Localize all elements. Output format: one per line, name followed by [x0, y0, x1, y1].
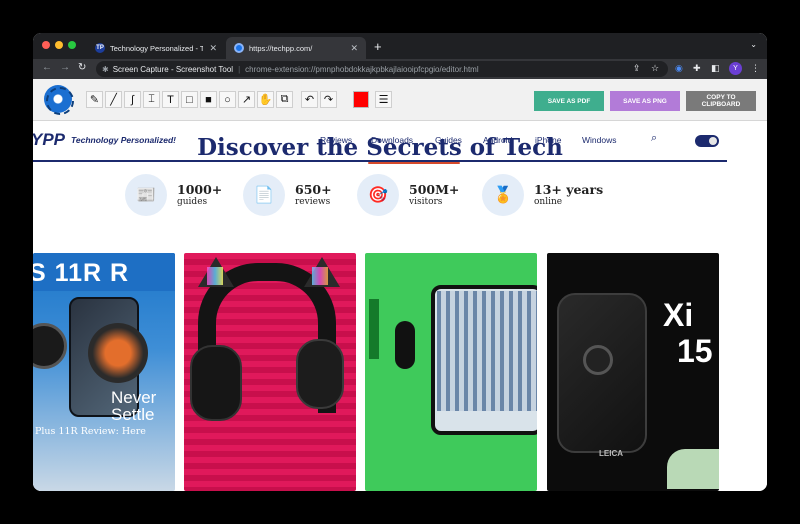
- profile-avatar[interactable]: Y: [729, 62, 742, 75]
- copy-label-line-2: CLIPBOARD: [701, 101, 741, 108]
- arrow-icon[interactable]: ↗: [238, 91, 255, 108]
- card-badge: LEICA: [599, 449, 623, 458]
- hero-title: Discover the Secrets of Tech: [33, 134, 727, 161]
- editor-toolbar: ✎ ╱ ∫ ⌶ T □ ■ ○ ↗ ✋ ⧉ ↶ ↷ ☰ SAVE AS PDF …: [33, 79, 767, 121]
- text-icon[interactable]: T: [162, 91, 179, 108]
- hero-prefix: Discover the: [197, 134, 367, 161]
- color-picker[interactable]: [353, 91, 369, 108]
- stat-number: 500M+: [409, 182, 460, 197]
- article-card-headphones[interactable]: [184, 253, 356, 491]
- stat-number: 13+ years: [534, 182, 604, 197]
- drawing-tools: ✎ ╱ ∫ ⌶ T □ ■ ○ ↗ ✋ ⧉ ↶ ↷ ☰: [86, 91, 392, 109]
- card-headline: Xi 15: [663, 297, 713, 369]
- redo-icon[interactable]: ↷: [320, 91, 337, 108]
- stat-label: visitors: [409, 197, 443, 207]
- article-card-xiaomi[interactable]: Xi 15 LEICA: [547, 253, 719, 491]
- stat-label: guides: [177, 197, 208, 207]
- close-window-button[interactable]: [42, 41, 50, 49]
- text-cursor-icon[interactable]: ⌶: [143, 91, 160, 108]
- line-icon[interactable]: ╱: [105, 91, 122, 108]
- zoom-window-button[interactable]: [68, 41, 76, 49]
- url-text: chrome-extension://pmnphobdokkajkpbkajla…: [245, 64, 479, 74]
- captured-page: YPP Technology Personalized! Reviews Dow…: [33, 121, 767, 491]
- article-card-oneplus[interactable]: S 11R R Never Settle Plus 11R Review: Her…: [33, 253, 175, 491]
- stat-label: reviews: [295, 197, 331, 207]
- hero-suffix: of Tech: [461, 134, 563, 161]
- screen-capture-extension-icon[interactable]: ◉: [675, 63, 683, 74]
- card-caption: Plus 11R Review: Here: [35, 426, 146, 437]
- stat-guides: 📰 1000+ guides: [125, 173, 222, 217]
- curve-icon[interactable]: ∫: [124, 91, 141, 108]
- tab-strip: TP Technology Personalized - Tech ✕ http…: [33, 33, 767, 59]
- tab-title: https://techpp.com/: [249, 43, 313, 53]
- tab-techpp-home[interactable]: TP Technology Personalized - Tech ✕: [87, 37, 225, 59]
- ellipse-icon[interactable]: ○: [219, 91, 236, 108]
- stat-reviews: 📄 650+ reviews: [243, 173, 332, 217]
- techpp-favicon-icon: TP: [95, 43, 105, 53]
- minimize-window-button[interactable]: [55, 41, 63, 49]
- omnibox-separator: |: [238, 64, 241, 74]
- back-arrow-icon[interactable]: ←: [42, 62, 52, 73]
- copy-label-line-1: COPY TO: [706, 94, 736, 101]
- forward-arrow-icon[interactable]: →: [60, 62, 70, 73]
- reload-icon[interactable]: ↻: [78, 62, 86, 73]
- document-icon: 📄: [243, 174, 285, 216]
- card-overlay: Never Settle: [111, 388, 157, 424]
- hero-accent: Secrets: [366, 134, 462, 161]
- tab-techpp-url[interactable]: https://techpp.com/ ✕: [226, 37, 366, 59]
- extensions-puzzle-icon[interactable]: ✚: [693, 63, 701, 74]
- browser-toolbar: ← → ↻ ✱ Screen Capture - Screenshot Tool…: [33, 59, 767, 79]
- puzzle-icon: ✱: [102, 64, 109, 74]
- hand-icon[interactable]: ✋: [257, 91, 274, 108]
- tab-search-button[interactable]: ⌄: [750, 40, 757, 49]
- save-as-pdf-button[interactable]: SAVE AS PDF: [534, 91, 604, 111]
- stat-number: 650+: [295, 182, 332, 197]
- new-tab-button[interactable]: +: [374, 39, 382, 54]
- bookmark-star-icon[interactable]: ☆: [651, 63, 659, 74]
- tab-title: Technology Personalized - Tech: [110, 43, 204, 53]
- pencil-icon[interactable]: ✎: [86, 91, 103, 108]
- close-tab-icon[interactable]: ✕: [209, 43, 217, 54]
- stats-row: 📰 1000+ guides 📄 650+ reviews 🎯 500M+ vi…: [125, 173, 645, 217]
- stat-number: 1000+: [177, 182, 223, 197]
- undo-icon[interactable]: ↶: [301, 91, 318, 108]
- save-as-png-button[interactable]: SAVE AS PNG: [610, 91, 680, 111]
- stat-years-online: 🏅 13+ years online: [482, 173, 603, 217]
- extension-favicon-icon: [234, 43, 244, 53]
- screen-capture-logo-icon: [44, 85, 74, 115]
- line-width-menu-icon[interactable]: ☰: [375, 91, 392, 108]
- stat-visitors: 🎯 500M+ visitors: [357, 173, 459, 217]
- extension-name: Screen Capture - Screenshot Tool: [112, 64, 234, 74]
- browser-window: TP Technology Personalized - Tech ✕ http…: [33, 33, 767, 491]
- newspaper-icon: 📰: [125, 174, 167, 216]
- rectangle-icon[interactable]: □: [181, 91, 198, 108]
- award-badge-icon: 🏅: [482, 174, 524, 216]
- address-bar[interactable]: ✱ Screen Capture - Screenshot Tool | chr…: [96, 61, 668, 77]
- close-tab-icon[interactable]: ✕: [350, 43, 358, 54]
- card-headline: S 11R R: [33, 259, 130, 287]
- target-icon: 🎯: [357, 174, 399, 216]
- side-panel-icon[interactable]: ◧: [711, 63, 720, 74]
- crop-icon[interactable]: ⧉: [276, 91, 293, 108]
- browser-menu-icon[interactable]: ⋮: [751, 63, 760, 74]
- share-icon[interactable]: ⇪: [633, 63, 641, 74]
- stat-label: online: [534, 197, 563, 207]
- filled-rectangle-icon[interactable]: ■: [200, 91, 217, 108]
- copy-to-clipboard-button[interactable]: COPY TO CLIPBOARD: [686, 91, 756, 111]
- article-card-tablet[interactable]: [365, 253, 537, 491]
